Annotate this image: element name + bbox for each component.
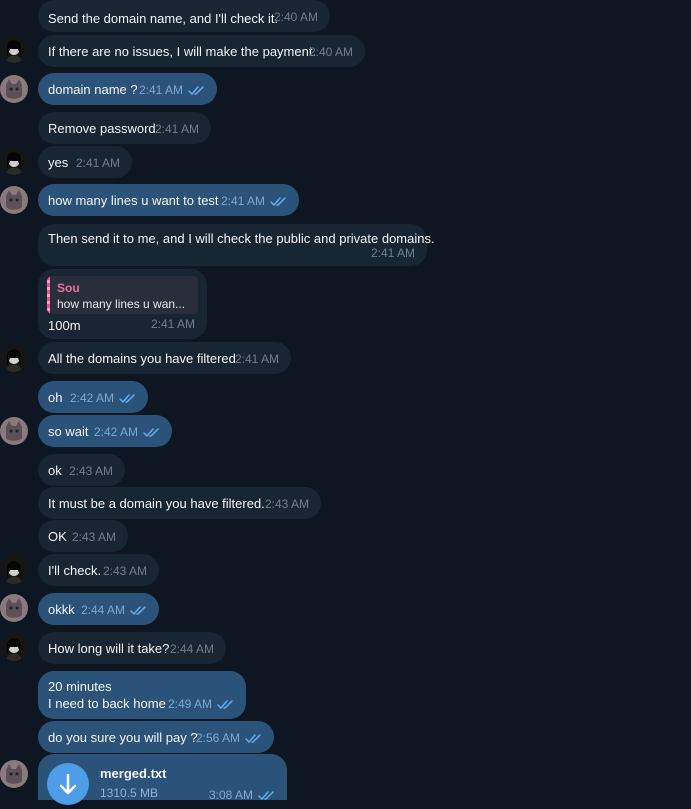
double-check-icon [258,791,274,800]
message-time-read: 2:42 AM [94,424,160,441]
message-text: oh [48,390,63,405]
message-time-read: 2:44 AM [81,602,147,619]
time-label: 2:42 AM [69,391,114,405]
message-outgoing[interactable]: 20 minutes I need to back home 2:49 AM [38,671,246,719]
message-outgoing[interactable]: how many lines u want to test 2:41 AM [38,184,299,216]
message-time-read: 3:08 AM [209,787,275,804]
double-check-icon [143,428,159,437]
message-time-read: 2:56 AM [196,730,262,747]
message-outgoing[interactable]: okkk 2:44 AM [38,593,159,625]
avatar[interactable] [0,556,28,584]
file-name[interactable]: merged.txt [100,765,166,782]
avatar[interactable] [0,186,28,214]
message-time: 2:44 AM [169,642,214,656]
message-time: 2:40 AM [308,45,353,59]
message-outgoing[interactable]: domain name ? 2:41 AM [38,73,217,105]
reply-preview[interactable]: Sou how many lines u wan... [47,276,198,314]
message-text: how many lines u want to test [48,193,219,208]
message-time: 2:41 AM [154,122,199,136]
reply-text: how many lines u wan... [57,297,186,311]
message-time: 2:43 AM [102,564,147,578]
message-text: Send the domain name, and I'll check it. [48,11,279,26]
message-time-read: 2:41 AM [221,193,287,210]
message-text: do you sure you will pay ? [48,730,198,745]
message-incoming[interactable]: It must be a domain you have filtered. 2… [38,487,321,519]
message-incoming[interactable]: How long will it take? 2:44 AM [38,632,226,664]
time-label: 2:41 AM [220,194,265,208]
message-time: 2:43 AM [264,497,309,511]
message-incoming[interactable]: yes 2:41 AM [38,146,132,178]
message-outgoing[interactable]: oh 2:42 AM [38,381,148,413]
message-text: 20 minutes I need to back home [48,679,166,711]
time-label: 2:56 AM [195,731,240,745]
message-incoming[interactable]: All the domains you have filtered 2:41 A… [38,342,291,374]
message-time: 2:41 AM [370,246,415,260]
download-button[interactable] [47,763,89,805]
avatar[interactable] [0,760,28,788]
double-check-icon [188,86,204,95]
message-text: okkk [48,602,75,617]
message-text: Remove password [48,121,156,136]
message-incoming[interactable]: If there are no issues, I will make the … [38,35,365,67]
message-time: 2:41 AM [75,156,120,170]
double-check-icon [119,394,135,403]
download-arrow-icon [59,773,77,795]
message-time-read: 2:49 AM [168,696,234,713]
avatar[interactable] [0,633,28,661]
message-incoming[interactable]: Then send it to me, and I will check the… [38,224,435,266]
message-incoming[interactable]: OK 2:43 AM [38,520,128,552]
file-size: 1310.5 MB [100,786,159,800]
message-time-read: 2:42 AM [70,390,136,407]
message-time: 2:41 AM [150,317,195,331]
time-label: 2:49 AM [167,697,212,711]
message-incoming[interactable]: Remove password 2:41 AM [38,112,211,144]
avatar[interactable] [0,344,28,372]
message-text: OK [48,529,67,544]
message-time: 2:43 AM [68,464,113,478]
message-text: domain name ? [48,82,138,97]
message-text: so wait [48,424,89,439]
message-text: All the domains you have filtered [48,351,236,366]
message-outgoing[interactable]: do you sure you will pay ? 2:56 AM [38,721,274,753]
message-time: 2:41 AM [234,352,279,366]
double-check-icon [217,700,233,709]
avatar[interactable] [0,35,28,63]
time-label: 2:44 AM [80,603,125,617]
message-incoming[interactable]: Send the domain name, and I'll check it.… [38,0,330,32]
message-text: 100m [48,318,81,333]
message-outgoing[interactable]: so wait 2:42 AM [38,415,172,447]
message-incoming-reply[interactable]: Sou how many lines u wan... 100m 2:41 AM [38,269,207,339]
time-label: 2:42 AM [93,425,138,439]
double-check-icon [270,197,286,206]
message-text: How long will it take? [48,641,170,656]
avatar[interactable] [0,594,28,622]
message-time: 2:40 AM [273,10,318,24]
message-text: I'll check. [48,563,102,578]
reply-author: Sou [57,281,80,295]
file-message[interactable]: merged.txt 1310.5 MB 3:08 AM [38,754,287,805]
avatar[interactable] [0,417,28,445]
reply-accent-bar [47,276,50,314]
avatar[interactable] [0,75,28,103]
message-text: yes [48,155,69,170]
message-incoming[interactable]: I'll check. 2:43 AM [38,554,159,586]
message-text: ok [48,463,62,478]
message-incoming[interactable]: ok 2:43 AM [38,454,125,486]
double-check-icon [245,734,261,743]
message-text: If there are no issues, I will make the … [48,44,317,59]
message-time-read: 2:41 AM [139,82,205,99]
avatar[interactable] [0,147,28,175]
time-label: 2:41 AM [138,83,183,97]
message-text: It must be a domain you have filtered. [48,496,265,511]
message-time: 2:43 AM [71,530,116,544]
double-check-icon [130,606,146,615]
